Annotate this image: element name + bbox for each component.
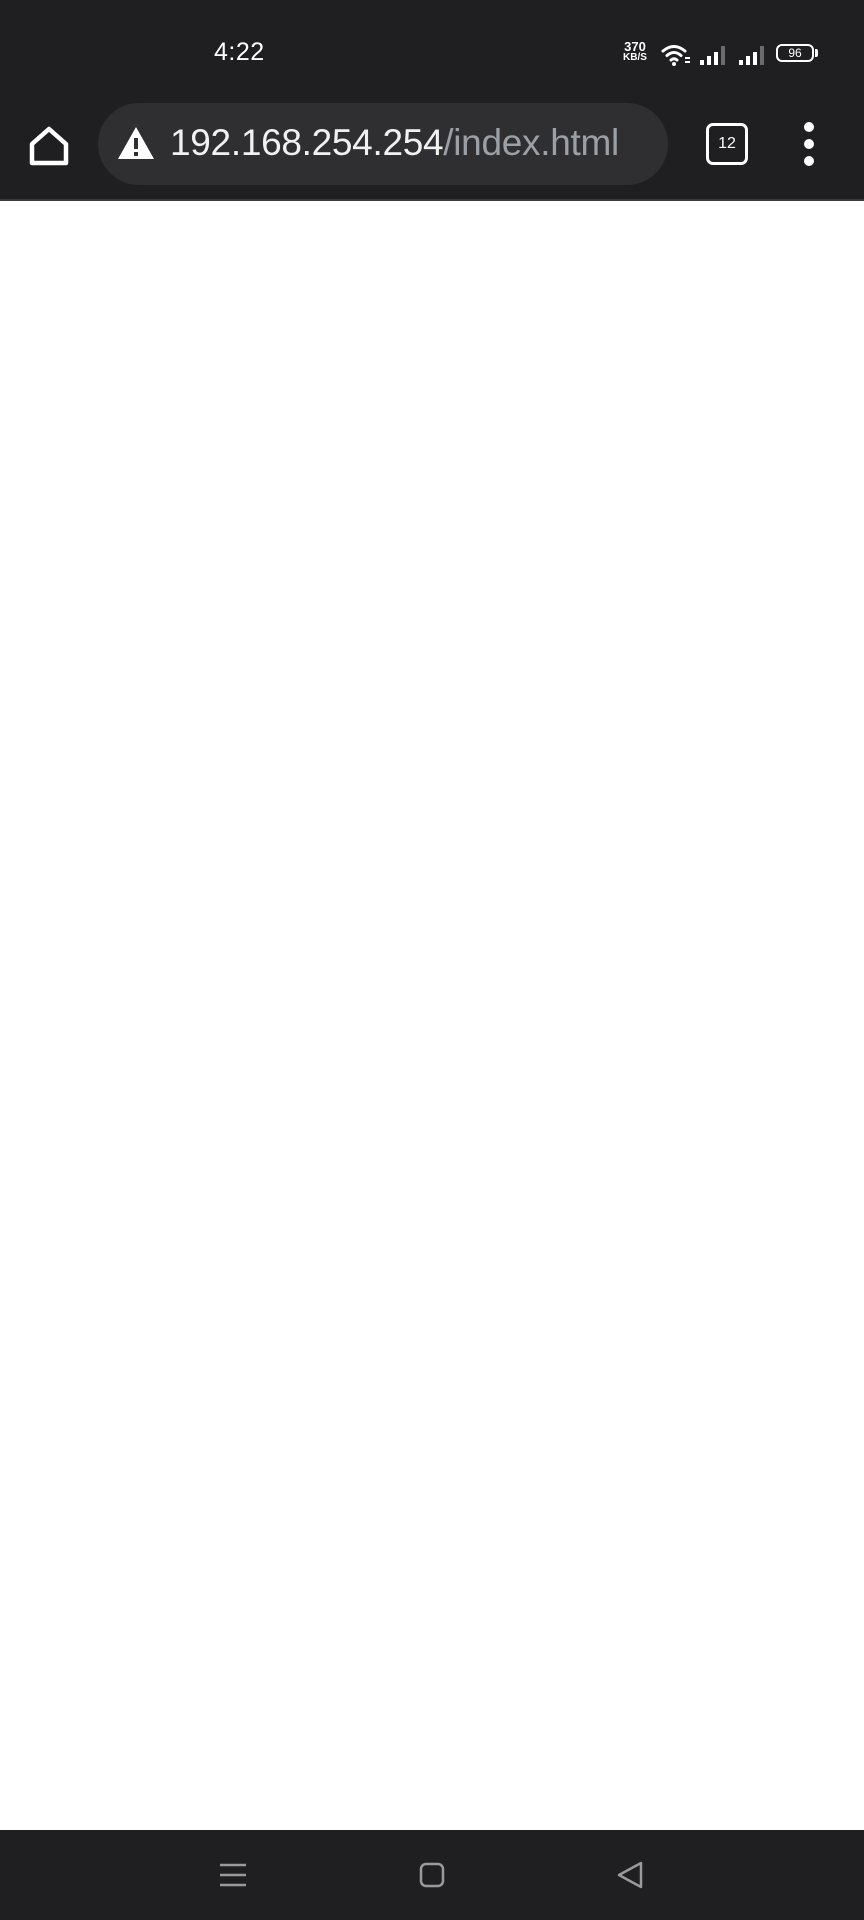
back-icon xyxy=(617,1861,643,1889)
network-speed-value: 370 xyxy=(624,39,646,54)
url-host: 192.168.254.254 xyxy=(170,122,444,163)
menu-dot xyxy=(804,156,814,166)
system-nav-bar xyxy=(0,1830,864,1920)
battery-level: 96 xyxy=(788,46,802,60)
tab-count: 12 xyxy=(706,123,748,165)
wifi-icon xyxy=(661,45,690,66)
home-icon xyxy=(29,126,69,166)
page-content[interactable] xyxy=(0,201,864,1830)
menu-dot xyxy=(804,139,814,149)
url-path: /index.html xyxy=(443,122,619,163)
url-text[interactable]: 192.168.254.254/index.html xyxy=(170,122,619,164)
recents-button[interactable] xyxy=(210,1852,256,1898)
warning-icon[interactable] xyxy=(116,125,156,161)
menu-dot xyxy=(804,122,814,132)
address-bar[interactable]: 192.168.254.254/index.html xyxy=(98,103,668,185)
battery-tip xyxy=(815,49,818,57)
signal-icon-sim1 xyxy=(700,46,725,65)
home-icon xyxy=(419,1862,445,1888)
browser-toolbar: 192.168.254.254/index.html 12 xyxy=(0,96,864,201)
more-menu-button[interactable] xyxy=(792,118,826,170)
recents-icon xyxy=(220,1863,246,1887)
system-home-button[interactable] xyxy=(409,1852,455,1898)
status-bar: 4:22 370 KB/S 96 xyxy=(0,0,864,96)
status-time: 4:22 xyxy=(214,38,265,66)
network-speed-unit: KB/S xyxy=(623,52,647,63)
tab-switcher-button[interactable]: 12 xyxy=(706,123,748,165)
home-button[interactable] xyxy=(22,118,76,172)
signal-icon-sim2 xyxy=(739,46,764,65)
back-button[interactable] xyxy=(608,1852,654,1898)
battery-icon: 96 xyxy=(776,44,814,62)
network-speed: 370 KB/S xyxy=(620,39,650,63)
